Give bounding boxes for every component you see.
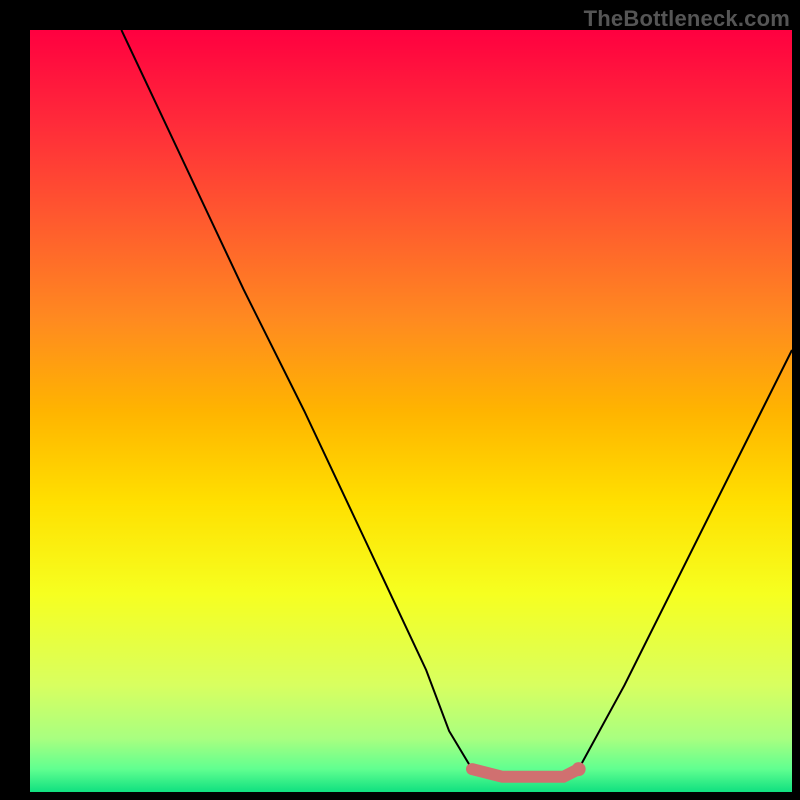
chart-plot: [30, 30, 792, 792]
stage: TheBottleneck.com: [0, 0, 800, 800]
chart-svg: [30, 30, 792, 792]
watermark-link[interactable]: TheBottleneck.com: [584, 6, 790, 32]
plateau-end-dot: [572, 762, 586, 776]
gradient-bg: [30, 30, 792, 792]
